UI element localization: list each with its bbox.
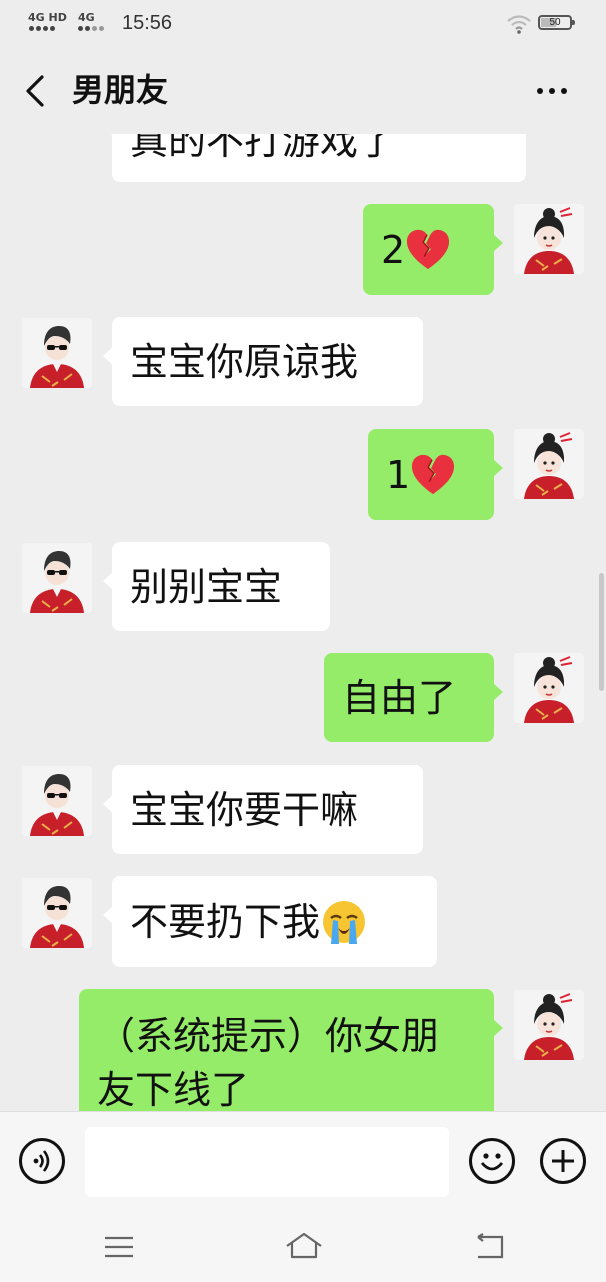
broken-heart-icon bbox=[411, 453, 455, 495]
message-text: 不要扔下我 bbox=[130, 899, 321, 944]
loudly-crying-face-icon bbox=[323, 900, 366, 944]
my-avatar[interactable] bbox=[514, 204, 584, 274]
message-text: 2 bbox=[381, 227, 406, 272]
message-bubble-incoming[interactable]: 不要扔下我 bbox=[103, 876, 437, 967]
more-dots-icon[interactable] bbox=[537, 88, 567, 94]
message-bubble-outgoing[interactable]: 2 bbox=[363, 204, 503, 295]
chevron-left-icon[interactable] bbox=[22, 74, 50, 108]
message-bubble-outgoing[interactable]: 1 bbox=[368, 429, 503, 520]
signal-label-1: 4G HD bbox=[28, 11, 67, 24]
wifi-icon bbox=[507, 15, 531, 34]
contact-avatar[interactable] bbox=[22, 766, 92, 836]
smiley-icon[interactable] bbox=[469, 1138, 515, 1184]
status-bar: 4G HD 4G 15:56 50 bbox=[0, 0, 606, 48]
scrollbar[interactable] bbox=[599, 573, 604, 691]
message-list[interactable]: 真的不打游戏了 2 宝宝你原谅我 1 别别宝宝 自由了 宝宝你要干嘛 不要扔下我… bbox=[0, 134, 606, 1111]
home-icon[interactable] bbox=[284, 1231, 324, 1261]
contact-avatar[interactable] bbox=[22, 878, 92, 948]
input-bar bbox=[0, 1111, 606, 1212]
plus-icon[interactable] bbox=[540, 1138, 586, 1184]
my-avatar[interactable] bbox=[514, 990, 584, 1060]
message-text: 别别宝宝 bbox=[130, 564, 283, 609]
signal-strength-1-icon bbox=[29, 26, 55, 31]
message-text: 宝宝你要干嘛 bbox=[130, 787, 359, 832]
contact-avatar[interactable] bbox=[22, 543, 92, 613]
message-bubble-incoming[interactable]: 别别宝宝 bbox=[103, 542, 330, 631]
status-time: 15:56 bbox=[122, 12, 173, 34]
message-bubble-outgoing[interactable]: 自由了 bbox=[324, 653, 503, 742]
signal-strength-2-icon bbox=[78, 26, 104, 31]
my-avatar[interactable] bbox=[514, 429, 584, 499]
message-bubble-incoming[interactable]: 宝宝你要干嘛 bbox=[103, 765, 423, 854]
chat-header: 男朋友 bbox=[0, 48, 606, 134]
chat-title: 男朋友 bbox=[72, 71, 169, 109]
menu-icon[interactable] bbox=[103, 1235, 135, 1259]
message-text: （系统提示）你女朋友下线了 bbox=[97, 1014, 440, 1111]
message-text: 宝宝你原谅我 bbox=[130, 339, 359, 384]
battery-icon: 50 bbox=[538, 15, 575, 30]
signal-label-2: 4G bbox=[78, 11, 95, 24]
battery-level: 50 bbox=[549, 17, 561, 28]
message-bubble-incoming[interactable]: 宝宝你原谅我 bbox=[103, 317, 423, 406]
contact-avatar[interactable] bbox=[22, 318, 92, 388]
system-nav-bar bbox=[0, 1211, 606, 1282]
message-text: 自由了 bbox=[342, 675, 457, 720]
message-input[interactable] bbox=[85, 1127, 449, 1197]
voice-icon[interactable] bbox=[19, 1138, 65, 1184]
message-bubble-incoming[interactable]: 真的不打游戏了 bbox=[103, 134, 526, 182]
message-text: 1 bbox=[386, 452, 411, 497]
message-text: 真的不打游戏了 bbox=[130, 134, 397, 163]
message-bubble-outgoing[interactable]: （系统提示）你女朋友下线了 bbox=[79, 989, 503, 1111]
my-avatar[interactable] bbox=[514, 653, 584, 723]
back-icon[interactable] bbox=[472, 1233, 506, 1261]
broken-heart-icon bbox=[406, 228, 450, 270]
